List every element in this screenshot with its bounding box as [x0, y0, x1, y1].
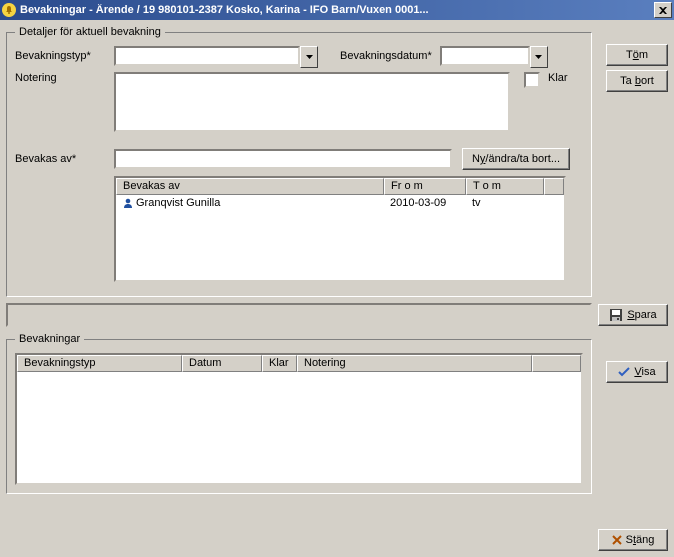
- bell-icon: [2, 3, 16, 17]
- detail-group-title: Detaljer för aktuell bevakning: [15, 26, 165, 38]
- col-spacer2: [532, 355, 581, 372]
- bevakningsdatum-label: Bevakningsdatum*: [340, 50, 432, 62]
- col-spacer: [544, 178, 564, 195]
- col-tom[interactable]: T o m: [466, 178, 544, 195]
- stang-button[interactable]: Stäng: [598, 529, 668, 551]
- visa-label: Visa: [634, 366, 655, 378]
- col-datum[interactable]: Datum: [182, 355, 262, 372]
- visa-button[interactable]: Visa: [606, 361, 668, 383]
- ta-bort-button[interactable]: Ta bort: [606, 70, 668, 92]
- tom-button[interactable]: Töm: [606, 44, 668, 66]
- list-group: Bevakningar Bevakningstyp Datum Klar Not…: [6, 333, 592, 494]
- client-area: Detaljer för aktuell bevakning Bevakning…: [0, 20, 674, 557]
- col-notering[interactable]: Notering: [297, 355, 532, 372]
- bevakningar-listview[interactable]: Bevakningstyp Datum Klar Notering: [15, 353, 583, 485]
- bevakas-listview[interactable]: Bevakas av Fr o m T o m Granqvist Gunill…: [114, 176, 566, 282]
- close-icon: [659, 7, 667, 14]
- chevron-down-icon: [306, 55, 313, 59]
- col-typ[interactable]: Bevakningstyp: [17, 355, 182, 372]
- user-icon: [122, 197, 134, 209]
- col-klar[interactable]: Klar: [262, 355, 297, 372]
- col-bevakas-av[interactable]: Bevakas av: [116, 178, 384, 195]
- notering-textarea[interactable]: [114, 72, 510, 132]
- close-button[interactable]: [654, 2, 672, 18]
- bevakningar-header: Bevakningstyp Datum Klar Notering: [17, 355, 581, 372]
- bevakningsdatum-combo[interactable]: [440, 46, 548, 66]
- klar-checkbox[interactable]: [524, 72, 540, 88]
- spara-button[interactable]: Spara: [598, 304, 668, 326]
- bevakningstyp-input[interactable]: [114, 46, 300, 66]
- titlebar: Bevakningar - Ärende / 19 980101-2387 Ko…: [0, 0, 674, 20]
- bevakningsdatum-dropdown-button[interactable]: [530, 46, 548, 68]
- klar-label: Klar: [548, 72, 568, 84]
- ny-andra-button[interactable]: Ny/ändra/ta bort...: [462, 148, 570, 170]
- notering-label: Notering: [15, 72, 110, 84]
- bevakas-header: Bevakas av Fr o m T o m: [116, 178, 564, 195]
- list-group-title: Bevakningar: [15, 333, 84, 345]
- detail-group: Detaljer för aktuell bevakning Bevakning…: [6, 26, 592, 297]
- table-row[interactable]: Granqvist Gunilla2010-03-09tv: [116, 195, 564, 211]
- x-icon: [612, 535, 622, 545]
- bevakningstyp-label: Bevakningstyp*: [15, 50, 110, 62]
- col-from[interactable]: Fr o m: [384, 178, 466, 195]
- bevakningstyp-combo[interactable]: [114, 46, 318, 66]
- bevakningsdatum-input[interactable]: [440, 46, 530, 66]
- status-bar: [6, 303, 592, 327]
- bevakningstyp-dropdown-button[interactable]: [300, 46, 318, 68]
- window: Bevakningar - Ärende / 19 980101-2387 Ko…: [0, 0, 674, 557]
- bevakas-av-input[interactable]: [114, 149, 452, 169]
- ny-andra-label: Ny/ändra/ta bort...: [472, 153, 560, 165]
- check-icon: [618, 366, 630, 378]
- chevron-down-icon: [535, 55, 542, 59]
- ta-bort-label: Ta bort: [620, 75, 654, 87]
- save-icon: [609, 308, 623, 322]
- tom-label: Töm: [626, 49, 648, 61]
- window-title: Bevakningar - Ärende / 19 980101-2387 Ko…: [20, 4, 654, 16]
- bevakas-av-label: Bevakas av*: [15, 153, 110, 165]
- stang-label: Stäng: [626, 534, 655, 546]
- spara-label: Spara: [627, 309, 656, 321]
